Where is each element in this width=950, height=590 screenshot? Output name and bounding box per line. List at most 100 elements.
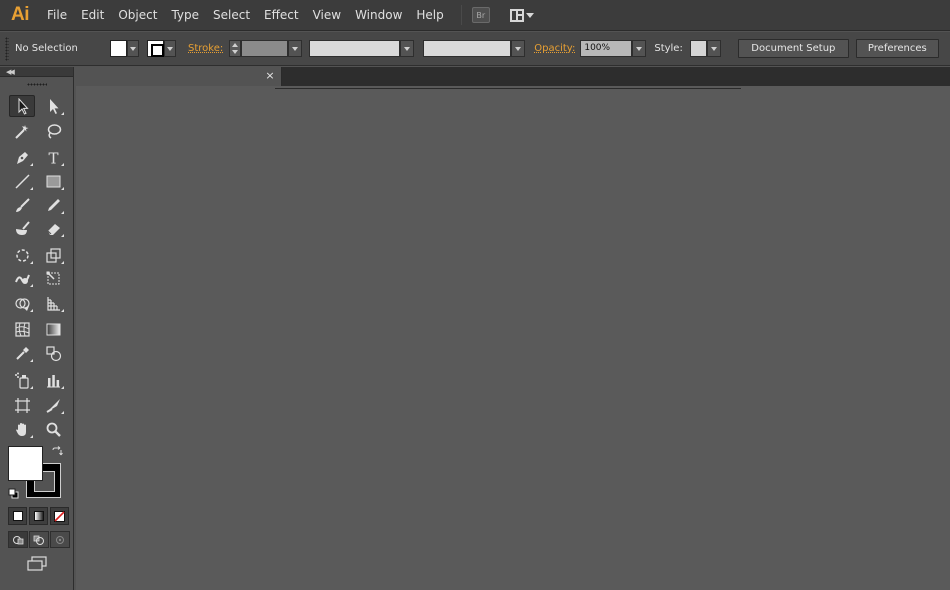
draw-inside-button[interactable] xyxy=(50,531,70,548)
pen-tool[interactable] xyxy=(9,146,35,168)
menu-bar: Ai File Edit Object Type Select Effect V… xyxy=(0,0,950,31)
preferences-button[interactable]: Preferences xyxy=(855,39,939,58)
eyedropper-tool[interactable] xyxy=(9,342,35,364)
tool-flyout-indicator xyxy=(30,359,33,362)
fill-color-control[interactable] xyxy=(110,40,139,57)
bridge-button[interactable]: Br xyxy=(471,7,490,23)
stroke-dropdown[interactable] xyxy=(164,40,176,57)
type-tool[interactable]: T xyxy=(40,146,66,168)
gradient-swatch-icon xyxy=(33,511,44,521)
menu-file[interactable]: File xyxy=(40,0,74,31)
shape-builder-icon xyxy=(14,297,30,311)
collapse-panel-icon[interactable]: ◀◀ xyxy=(6,67,15,77)
swap-fill-stroke-icon[interactable] xyxy=(51,446,63,458)
pen-nib-icon xyxy=(16,151,28,164)
menu-separator xyxy=(460,5,462,25)
direct-selection-tool[interactable] xyxy=(40,95,66,117)
blend-tool[interactable] xyxy=(40,342,66,364)
menu-select[interactable]: Select xyxy=(206,0,257,31)
magic-wand-tool[interactable] xyxy=(9,120,35,142)
stroke-color-control[interactable] xyxy=(147,40,176,57)
color-mode-button[interactable] xyxy=(8,507,27,525)
eraser-tool[interactable] xyxy=(40,217,66,239)
arrange-documents-button[interactable] xyxy=(509,8,534,22)
menu-window[interactable]: Window xyxy=(348,0,409,31)
screen-mode-button[interactable] xyxy=(25,554,49,574)
artboard-tool[interactable] xyxy=(9,394,35,416)
menu-help[interactable]: Help xyxy=(409,0,450,31)
scale-tool[interactable] xyxy=(40,244,66,266)
gradient-tool[interactable] xyxy=(40,318,66,340)
line-segment-icon xyxy=(14,173,30,189)
menu-object[interactable]: Object xyxy=(111,0,164,31)
tool-flyout-indicator xyxy=(61,187,64,190)
menu-effect[interactable]: Effect xyxy=(257,0,306,31)
draw-inside-icon xyxy=(56,535,64,544)
graphic-style-dropdown[interactable] xyxy=(706,40,721,57)
gradient-mode-button[interactable] xyxy=(29,507,48,525)
chevron-down-icon xyxy=(292,46,299,51)
stroke-weight-control xyxy=(229,40,303,57)
zoom-magnifier-icon xyxy=(46,422,61,437)
perspective-grid-tool[interactable] xyxy=(40,292,66,314)
opacity-field[interactable]: 100% xyxy=(580,40,633,57)
line-segment-tool[interactable] xyxy=(9,170,35,192)
stroke-weight-field[interactable] xyxy=(241,40,289,57)
variable-width-dropdown[interactable] xyxy=(400,40,415,57)
column-graph-tool[interactable] xyxy=(40,369,66,391)
pencil-tool[interactable] xyxy=(40,194,66,216)
brush-definition-field[interactable] xyxy=(423,40,512,57)
fill-color-swatch[interactable] xyxy=(8,446,43,481)
tool-flyout-indicator xyxy=(30,309,33,312)
panel-grip[interactable] xyxy=(5,36,9,61)
draw-normal-button[interactable] xyxy=(8,531,28,548)
zoom-tool[interactable] xyxy=(40,418,66,440)
variable-width-field[interactable] xyxy=(309,40,401,57)
selection-tool[interactable] xyxy=(9,95,35,117)
brush-definition-dropdown[interactable] xyxy=(511,40,526,57)
eraser-icon xyxy=(47,223,60,235)
close-icon[interactable]: × xyxy=(264,69,276,83)
tools-panel-grip[interactable] xyxy=(27,83,47,86)
menu-view[interactable]: View xyxy=(306,0,348,31)
rotate-icon xyxy=(15,248,29,262)
draw-behind-button[interactable] xyxy=(29,531,49,548)
mesh-tool[interactable] xyxy=(9,318,35,340)
stroke-swatch[interactable] xyxy=(147,40,164,57)
canvas-area[interactable] xyxy=(76,86,950,590)
rotate-tool[interactable] xyxy=(9,244,35,266)
warp-icon xyxy=(14,274,30,284)
opacity-label[interactable]: Opacity: xyxy=(534,43,575,54)
fill-swatch[interactable] xyxy=(110,40,127,57)
none-mode-button[interactable] xyxy=(50,507,69,525)
shape-builder-tool[interactable] xyxy=(9,292,35,314)
menu-type[interactable]: Type xyxy=(164,0,206,31)
tool-flyout-indicator xyxy=(61,309,64,312)
solid-color-icon xyxy=(12,511,23,521)
stroke-weight-stepper[interactable] xyxy=(229,40,242,57)
rectangle-tool[interactable] xyxy=(40,170,66,192)
svg-text:T: T xyxy=(48,149,58,166)
document-setup-button[interactable]: Document Setup xyxy=(737,39,849,58)
free-transform-tool[interactable] xyxy=(40,267,66,289)
graphic-style-swatch[interactable] xyxy=(689,40,707,57)
variable-width-control xyxy=(309,40,415,57)
lasso-tool[interactable] xyxy=(40,120,66,142)
slice-tool[interactable] xyxy=(40,394,66,416)
hand-tool[interactable] xyxy=(9,418,35,440)
tool-flyout-indicator xyxy=(61,411,64,414)
free-transform-icon xyxy=(46,271,59,284)
paintbrush-tool[interactable] xyxy=(9,194,35,216)
warp-tool[interactable] xyxy=(9,267,35,289)
fill-dropdown[interactable] xyxy=(127,40,139,57)
paintbrush-icon xyxy=(15,197,30,212)
menu-edit[interactable]: Edit xyxy=(74,0,111,31)
arrange-documents-icon xyxy=(509,8,524,22)
stroke-label[interactable]: Stroke: xyxy=(188,43,223,54)
symbol-sprayer-tool[interactable] xyxy=(9,369,35,391)
opacity-dropdown[interactable] xyxy=(632,40,647,57)
stroke-weight-dropdown[interactable] xyxy=(288,40,303,57)
default-fill-stroke-icon[interactable] xyxy=(8,488,19,499)
document-tab[interactable]: × xyxy=(76,67,282,86)
blob-brush-tool[interactable] xyxy=(9,217,35,239)
